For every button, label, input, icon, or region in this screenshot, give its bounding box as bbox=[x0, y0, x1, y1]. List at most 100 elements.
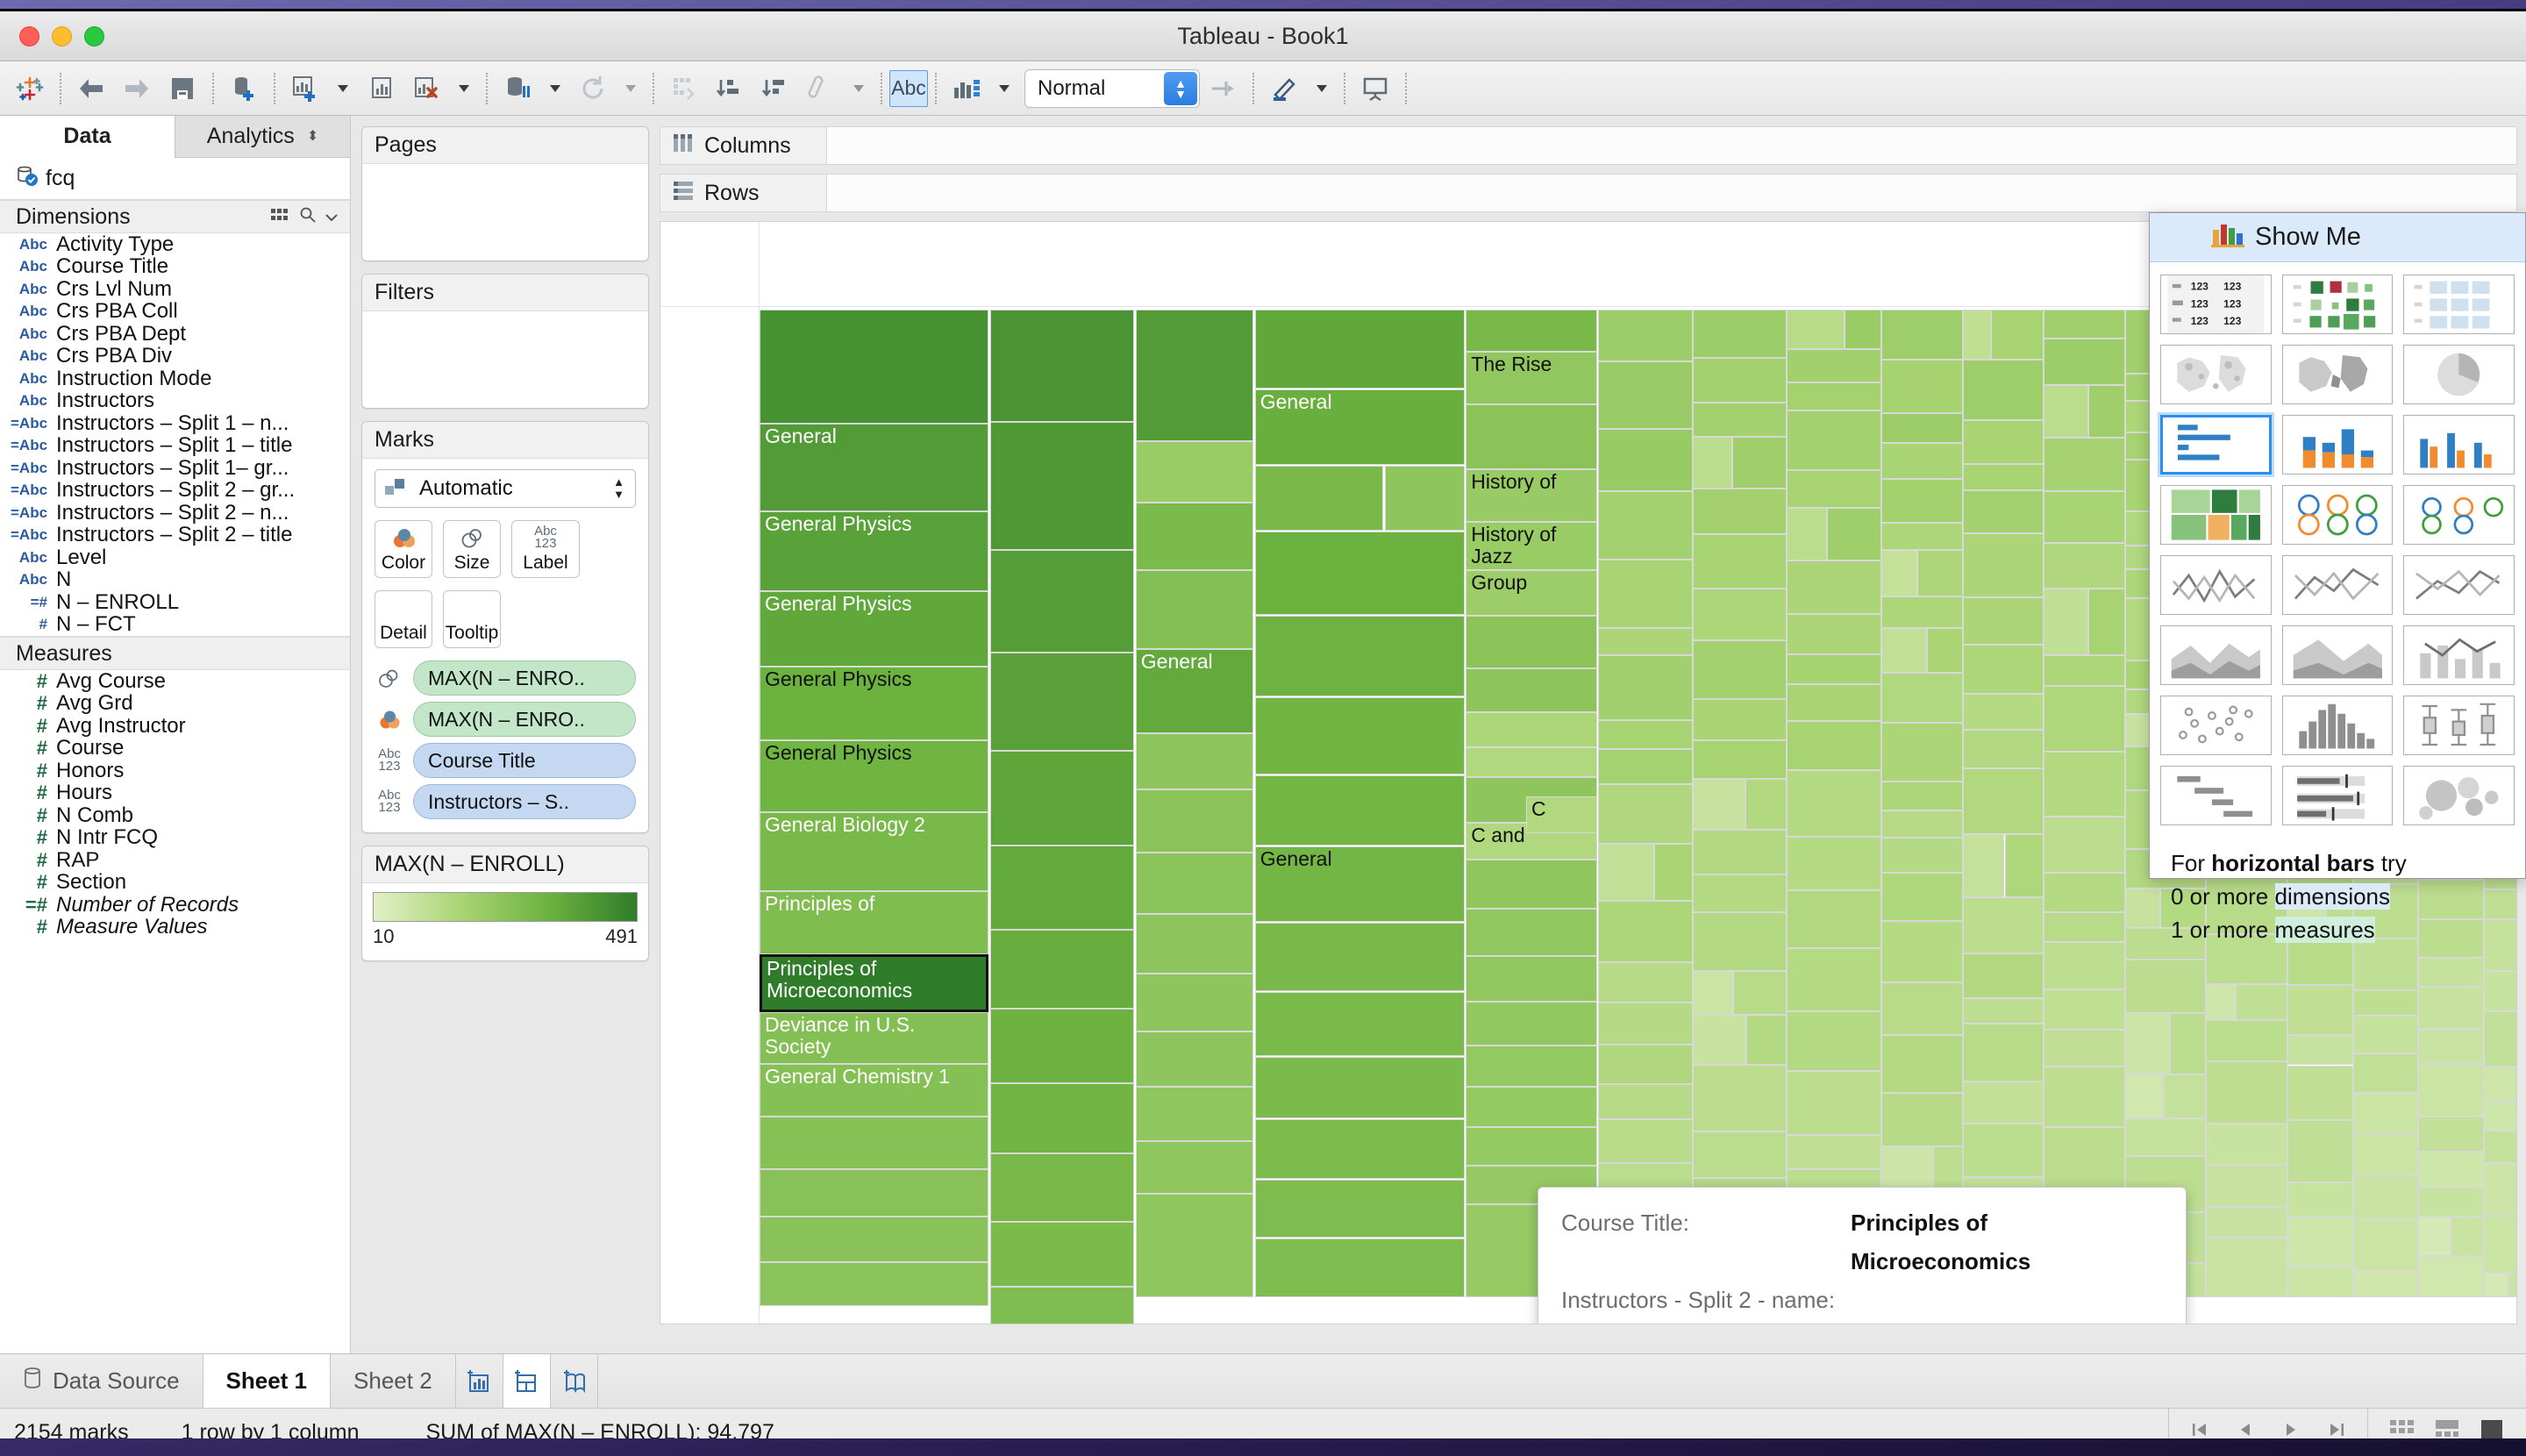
treemap-tile[interactable] bbox=[989, 1153, 1135, 1223]
treemap-tile[interactable] bbox=[2044, 438, 2125, 491]
treemap-tile[interactable] bbox=[1598, 491, 1693, 560]
treemap-tile[interactable] bbox=[2206, 1019, 2288, 1061]
marks-pill[interactable]: MAX(N – ENRO.. bbox=[413, 702, 636, 737]
treemap-tile[interactable] bbox=[1466, 1127, 1597, 1167]
treemap-tile[interactable] bbox=[1880, 810, 1963, 839]
treemap-tile[interactable] bbox=[2287, 1035, 2353, 1066]
treemap-tile[interactable] bbox=[2044, 873, 2125, 913]
treemap-tile[interactable] bbox=[1962, 953, 2044, 999]
show-me-gantt-chart[interactable] bbox=[2160, 766, 2272, 825]
treemap-tile[interactable] bbox=[2352, 1220, 2419, 1271]
treemap-tile[interactable] bbox=[2484, 1102, 2516, 1131]
treemap-tile[interactable] bbox=[989, 1287, 1135, 1324]
treemap-tile[interactable] bbox=[1466, 668, 1597, 713]
treemap-tile[interactable] bbox=[1135, 310, 1254, 441]
rows-shelf[interactable]: Rows bbox=[660, 174, 2517, 212]
chevron-down-icon[interactable] bbox=[325, 208, 338, 226]
treemap-tile[interactable] bbox=[1654, 844, 1693, 901]
clear-sheet-icon[interactable] bbox=[403, 66, 449, 111]
treemap-tile[interactable] bbox=[1880, 522, 1963, 551]
show-me-symbol-map[interactable] bbox=[2160, 345, 2272, 404]
treemap-tile[interactable] bbox=[2418, 1063, 2485, 1117]
field-row[interactable]: =# Number of Records bbox=[0, 893, 350, 917]
treemap-tile[interactable] bbox=[760, 1169, 989, 1217]
treemap-tile[interactable] bbox=[1787, 382, 1881, 410]
treemap-tile[interactable] bbox=[2124, 1074, 2164, 1119]
treemap-tile[interactable] bbox=[1880, 781, 1963, 810]
treemap-tile[interactable] bbox=[2287, 1266, 2353, 1297]
treemap-tile[interactable]: Principles of bbox=[760, 890, 989, 954]
show-me-dual-lines[interactable] bbox=[2403, 555, 2515, 615]
treemap-tile[interactable] bbox=[2287, 985, 2353, 1036]
field-row[interactable]: Abc Activity Type bbox=[0, 233, 350, 256]
highlight-dropdown-icon[interactable] bbox=[844, 66, 874, 111]
treemap-tile[interactable] bbox=[1962, 1081, 2044, 1124]
treemap-tile[interactable] bbox=[1692, 874, 1787, 913]
treemap-tile[interactable] bbox=[1962, 1024, 2044, 1082]
treemap-tile[interactable] bbox=[2418, 958, 2485, 987]
treemap-tile[interactable] bbox=[1880, 627, 1928, 673]
field-row[interactable]: Abc Crs PBA Dept bbox=[0, 322, 350, 346]
treemap-tile[interactable] bbox=[2044, 589, 2088, 655]
first-page-icon[interactable] bbox=[2190, 1420, 2209, 1438]
treemap-tile[interactable] bbox=[2418, 1217, 2451, 1256]
treemap-tile[interactable] bbox=[2163, 1074, 2207, 1119]
show-me-header[interactable]: Show Me bbox=[2150, 213, 2525, 262]
treemap-tile[interactable]: Deviance in U.S. Society bbox=[760, 1011, 989, 1065]
view-mode-controls[interactable] bbox=[2367, 1409, 2526, 1438]
treemap-tile[interactable] bbox=[2451, 1217, 2485, 1256]
treemap-tile[interactable] bbox=[1254, 616, 1465, 697]
show-me-text-table[interactable]: 123 123 123 123 123 123 bbox=[2160, 275, 2272, 334]
sort-descending-icon[interactable] bbox=[753, 66, 798, 111]
treemap-tile[interactable] bbox=[2206, 1124, 2288, 1165]
treemap-tile[interactable] bbox=[1466, 908, 1597, 956]
treemap-tile[interactable] bbox=[1880, 982, 1963, 1035]
treemap-tile[interactable] bbox=[1598, 627, 1693, 656]
page-navigation[interactable] bbox=[2168, 1409, 2367, 1438]
treemap-tile[interactable] bbox=[989, 845, 1135, 930]
treemap-tile[interactable] bbox=[1692, 971, 1734, 1015]
treemap-tile[interactable]: General Chemistry 1 bbox=[760, 1064, 989, 1117]
field-row[interactable]: # Section bbox=[0, 870, 350, 894]
size-circles-icon[interactable] bbox=[375, 667, 404, 689]
treemap-tile[interactable] bbox=[989, 549, 1135, 653]
treemap-tile[interactable] bbox=[1135, 789, 1254, 853]
color-button[interactable]: Color bbox=[375, 520, 432, 578]
treemap-tile[interactable] bbox=[2484, 1131, 2516, 1163]
show-me-area-discrete[interactable] bbox=[2281, 625, 2394, 685]
treemap-tile[interactable]: History of bbox=[1466, 468, 1597, 522]
show-me-heat-map[interactable] bbox=[2281, 275, 2394, 334]
treemap-tile[interactable] bbox=[1845, 310, 1881, 350]
treemap-tile[interactable] bbox=[1880, 672, 1963, 724]
treemap-tile[interactable] bbox=[1692, 912, 1787, 972]
show-me-bullet-graph[interactable] bbox=[2281, 766, 2394, 825]
field-row[interactable]: Abc Instruction Mode bbox=[0, 367, 350, 390]
treemap-tile[interactable] bbox=[1598, 1084, 1693, 1119]
fit-stepper[interactable]: ▲ ▼ bbox=[1164, 71, 1197, 105]
marks-pill[interactable]: Course Title bbox=[413, 743, 636, 778]
fit-select[interactable]: Normal ▲ ▼ bbox=[1024, 68, 1200, 108]
treemap-tile[interactable] bbox=[2044, 1030, 2125, 1067]
treemap-tile[interactable] bbox=[1880, 1034, 1963, 1093]
treemap-tile[interactable] bbox=[2352, 939, 2419, 991]
treemap-tile[interactable] bbox=[1880, 310, 1963, 360]
treemap-tile[interactable] bbox=[760, 1262, 989, 1306]
treemap-tile[interactable] bbox=[1962, 420, 2044, 464]
treemap-tile[interactable] bbox=[2352, 1175, 2419, 1221]
treemap-tile[interactable] bbox=[2484, 1216, 2516, 1273]
tab-data[interactable]: Data bbox=[0, 116, 175, 158]
treemap-tile[interactable] bbox=[2484, 1162, 2516, 1217]
treemap-tile[interactable] bbox=[1917, 550, 1963, 596]
treemap-tile[interactable] bbox=[760, 310, 989, 424]
field-row[interactable]: =# N – ENROLL bbox=[0, 590, 350, 614]
treemap-tile[interactable] bbox=[1135, 1031, 1254, 1088]
treemap-tile[interactable] bbox=[1880, 442, 1963, 479]
treemap-tile[interactable] bbox=[2044, 942, 2125, 990]
treemap-tile[interactable] bbox=[1787, 770, 1881, 838]
show-me-dual-combination[interactable] bbox=[2403, 625, 2515, 685]
measures-list[interactable]: # Avg Course # Avg Grd # Avg Instructor # Cours… bbox=[0, 670, 350, 939]
field-row[interactable]: =Abc Instructors – Split 1– gr... bbox=[0, 456, 350, 480]
treemap-tile[interactable] bbox=[2287, 1181, 2353, 1217]
treemap-tile[interactable]: C bbox=[1526, 796, 1597, 833]
treemap-tile[interactable] bbox=[1880, 550, 1917, 596]
